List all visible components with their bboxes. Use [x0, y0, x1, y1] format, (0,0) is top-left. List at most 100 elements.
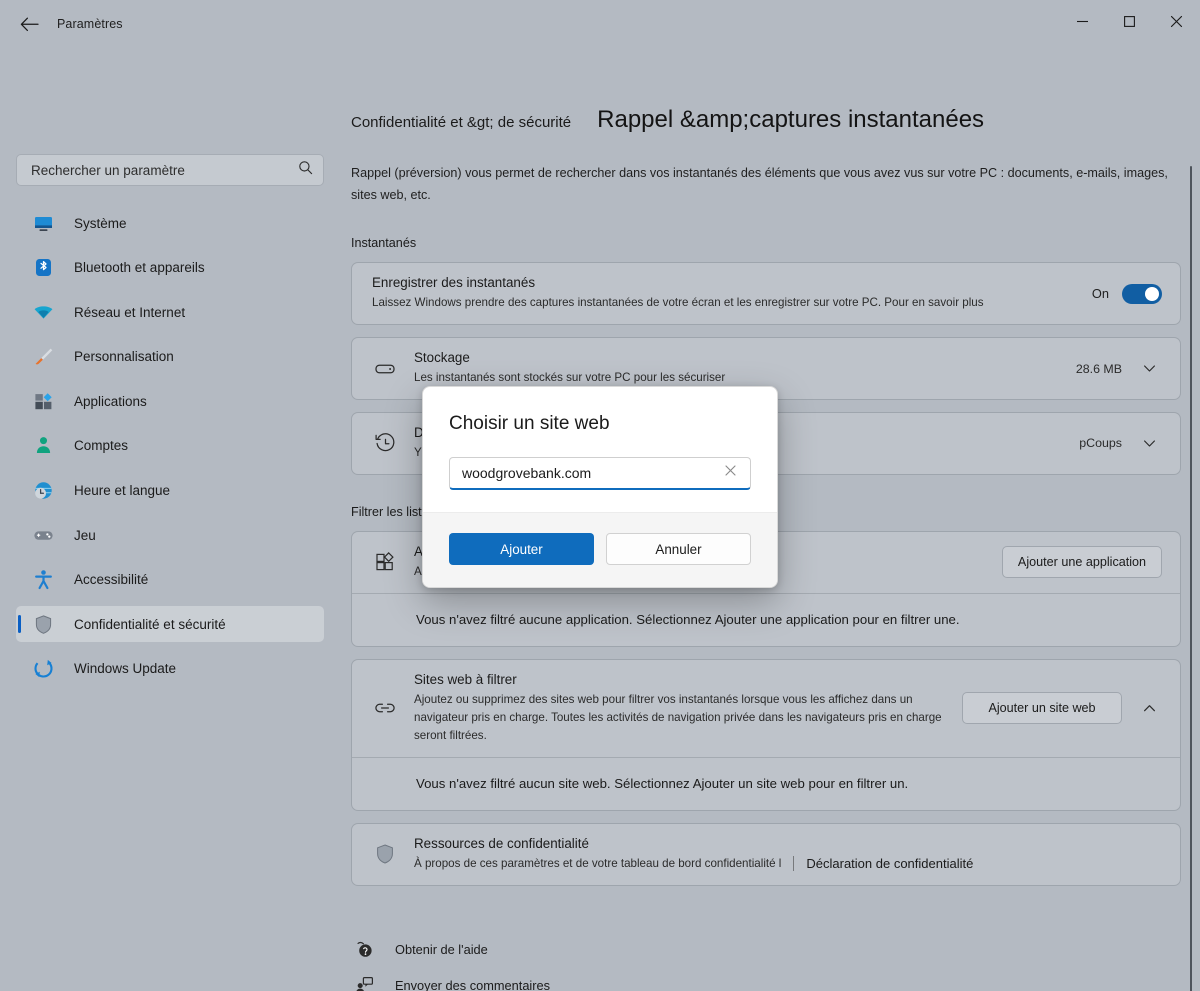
- send-feedback-label: Envoyer des commentaires: [395, 978, 550, 991]
- sidebar-item-label: Comptes: [74, 438, 128, 453]
- chevron-down-icon[interactable]: [1136, 356, 1162, 382]
- save-snapshots-toggle-group[interactable]: On: [1092, 284, 1162, 304]
- save-snapshots-toggle[interactable]: [1122, 284, 1162, 304]
- row-right: Ajouter une application: [1002, 546, 1162, 578]
- choose-website-dialog: Choisir un site web Ajouter Annuler: [422, 386, 778, 588]
- maximize-icon: [1123, 15, 1136, 33]
- sidebar-item-label: Windows Update: [74, 661, 176, 676]
- get-help-link[interactable]: Obtenir de l'aide: [353, 932, 1200, 968]
- website-input[interactable]: [462, 465, 718, 481]
- shield-icon: [32, 613, 54, 635]
- row-right: 28.6 MB: [1076, 356, 1162, 382]
- person-icon: [32, 435, 54, 457]
- sidebar-item-heure-langue[interactable]: Heure et langue: [16, 473, 324, 509]
- paintbrush-icon: [32, 346, 54, 368]
- sidebar-item-label: Bluetooth et appareils: [74, 260, 205, 275]
- feedback-person-icon: [353, 976, 375, 991]
- row-subtitle: À propos de ces paramètres et de votre t…: [414, 855, 781, 873]
- sidebar-item-jeu[interactable]: Jeu: [16, 517, 324, 553]
- content-scrollbar[interactable]: [1190, 166, 1192, 991]
- dialog-body: Choisir un site web: [423, 387, 777, 512]
- apps-grid-icon: [372, 551, 398, 573]
- update-sync-icon: [32, 658, 54, 680]
- toggle-state-label: On: [1092, 286, 1109, 301]
- sidebar-item-comptes[interactable]: Comptes: [16, 428, 324, 464]
- sidebar-item-accessibilite[interactable]: Accessibilité: [16, 562, 324, 598]
- row-subtitle: Laissez Windows prendre des captures ins…: [372, 294, 1076, 312]
- card-save-snapshots: Enregistrer des instantanés Laissez Wind…: [351, 262, 1181, 325]
- sidebar-item-reseau[interactable]: Réseau et Internet: [16, 294, 324, 330]
- send-feedback-link[interactable]: Envoyer des commentaires: [353, 968, 1200, 991]
- sidebar-item-windows-update[interactable]: Windows Update: [16, 651, 324, 687]
- chevron-up-icon[interactable]: [1136, 695, 1162, 721]
- monitor-icon: [32, 212, 54, 234]
- row-right: Ajouter un site web: [962, 692, 1162, 724]
- history-clock-icon: [372, 432, 398, 455]
- sidebar-item-label: Jeu: [74, 528, 96, 543]
- sidebar-item-confidentialite-securite[interactable]: Confidentialité et sécurité: [16, 606, 324, 642]
- section-label-snapshots: Instantanés: [351, 236, 1200, 250]
- chevron-down-icon[interactable]: [1136, 430, 1162, 456]
- sidebar-item-bluetooth[interactable]: Bluetooth et appareils: [16, 250, 324, 286]
- window-controls: [1059, 0, 1200, 48]
- sidebar-item-applications[interactable]: Applications: [16, 383, 324, 419]
- sidebar-nav: Système Bluetooth et appareils: [16, 205, 324, 687]
- row-subtitle: Les instantanés sont stockés sur votre P…: [414, 369, 1060, 387]
- title-bar: Paramètres: [0, 0, 1200, 48]
- add-button[interactable]: Ajouter: [449, 533, 594, 565]
- clear-input-button[interactable]: [718, 461, 742, 485]
- website-input-wrapper[interactable]: [449, 457, 751, 490]
- row-title: Enregistrer des instantanés: [372, 275, 1076, 290]
- search-box[interactable]: [16, 154, 324, 186]
- app-title: Paramètres: [57, 17, 123, 31]
- sidebar-item-personnalisation[interactable]: Personnalisation: [16, 339, 324, 375]
- gamepad-icon: [32, 524, 54, 546]
- maximize-button[interactable]: [1106, 0, 1153, 48]
- dialog-footer: Ajouter Annuler: [423, 512, 777, 587]
- row-title: Ressources de confidentialité: [414, 836, 1162, 851]
- row-text: Ressources de confidentialité À propos d…: [414, 836, 1162, 873]
- search-icon: [298, 160, 313, 180]
- row-right: pCoups: [1079, 430, 1162, 456]
- card-websites-filter: Sites web à filtrer Ajoutez ou supprimez…: [351, 659, 1181, 811]
- cancel-button[interactable]: Annuler: [606, 533, 751, 565]
- add-website-button[interactable]: Ajouter un site web: [962, 692, 1122, 724]
- breadcrumb-parent[interactable]: Confidentialité et &gt; de sécurité: [351, 114, 571, 131]
- sidebar-item-label: Système: [74, 216, 127, 231]
- apps-filter-empty-text: Vous n'avez filtré aucune application. S…: [352, 594, 1180, 646]
- dialog-title: Choisir un site web: [449, 413, 751, 435]
- back-button[interactable]: [12, 9, 46, 39]
- close-icon: [724, 464, 737, 482]
- page-title: Rappel &amp;captures instantanées: [597, 106, 984, 134]
- close-button[interactable]: [1153, 0, 1200, 48]
- search-input[interactable]: [31, 163, 298, 178]
- sidebar-item-label: Accessibilité: [74, 572, 148, 587]
- row-text: Sites web à filtrer Ajoutez ou supprimez…: [414, 672, 946, 745]
- row-right: On: [1092, 284, 1162, 304]
- add-application-button[interactable]: Ajouter une application: [1002, 546, 1162, 578]
- card-privacy-resources: Ressources de confidentialité À propos d…: [351, 823, 1181, 886]
- get-help-label: Obtenir de l'aide: [395, 942, 488, 957]
- close-icon: [1170, 15, 1183, 33]
- toggle-knob: [1145, 287, 1159, 301]
- footer-links: Obtenir de l'aide Envoyer des commentair…: [351, 932, 1200, 991]
- websites-filter-empty-text: Vous n'avez filtré aucun site web. Sélec…: [352, 758, 1180, 810]
- apps-icon: [32, 390, 54, 412]
- accessibility-icon: [32, 569, 54, 591]
- row-save-snapshots: Enregistrer des instantanés Laissez Wind…: [352, 263, 1180, 324]
- link-separator: [793, 856, 794, 871]
- sidebar-item-systeme[interactable]: Système: [16, 205, 324, 241]
- help-question-icon: [353, 940, 375, 959]
- minimize-button[interactable]: [1059, 0, 1106, 48]
- sidebar: Système Bluetooth et appareils: [0, 48, 340, 991]
- privacy-statement-link[interactable]: Déclaration de confidentialité: [806, 856, 973, 871]
- row-websites-filter: Sites web à filtrer Ajoutez ou supprimez…: [352, 660, 1180, 757]
- back-arrow-icon: [20, 17, 39, 32]
- row-subtitle: Ajoutez ou supprimez des sites web pour …: [414, 691, 946, 745]
- row-text: Stockage Les instantanés sont stockés su…: [414, 350, 1060, 387]
- privacy-links: À propos de ces paramètres et de votre t…: [414, 855, 1162, 873]
- clock-globe-icon: [32, 480, 54, 502]
- link-icon: [372, 696, 398, 720]
- history-value: pCoups: [1079, 436, 1122, 450]
- sidebar-item-label: Personnalisation: [74, 349, 174, 364]
